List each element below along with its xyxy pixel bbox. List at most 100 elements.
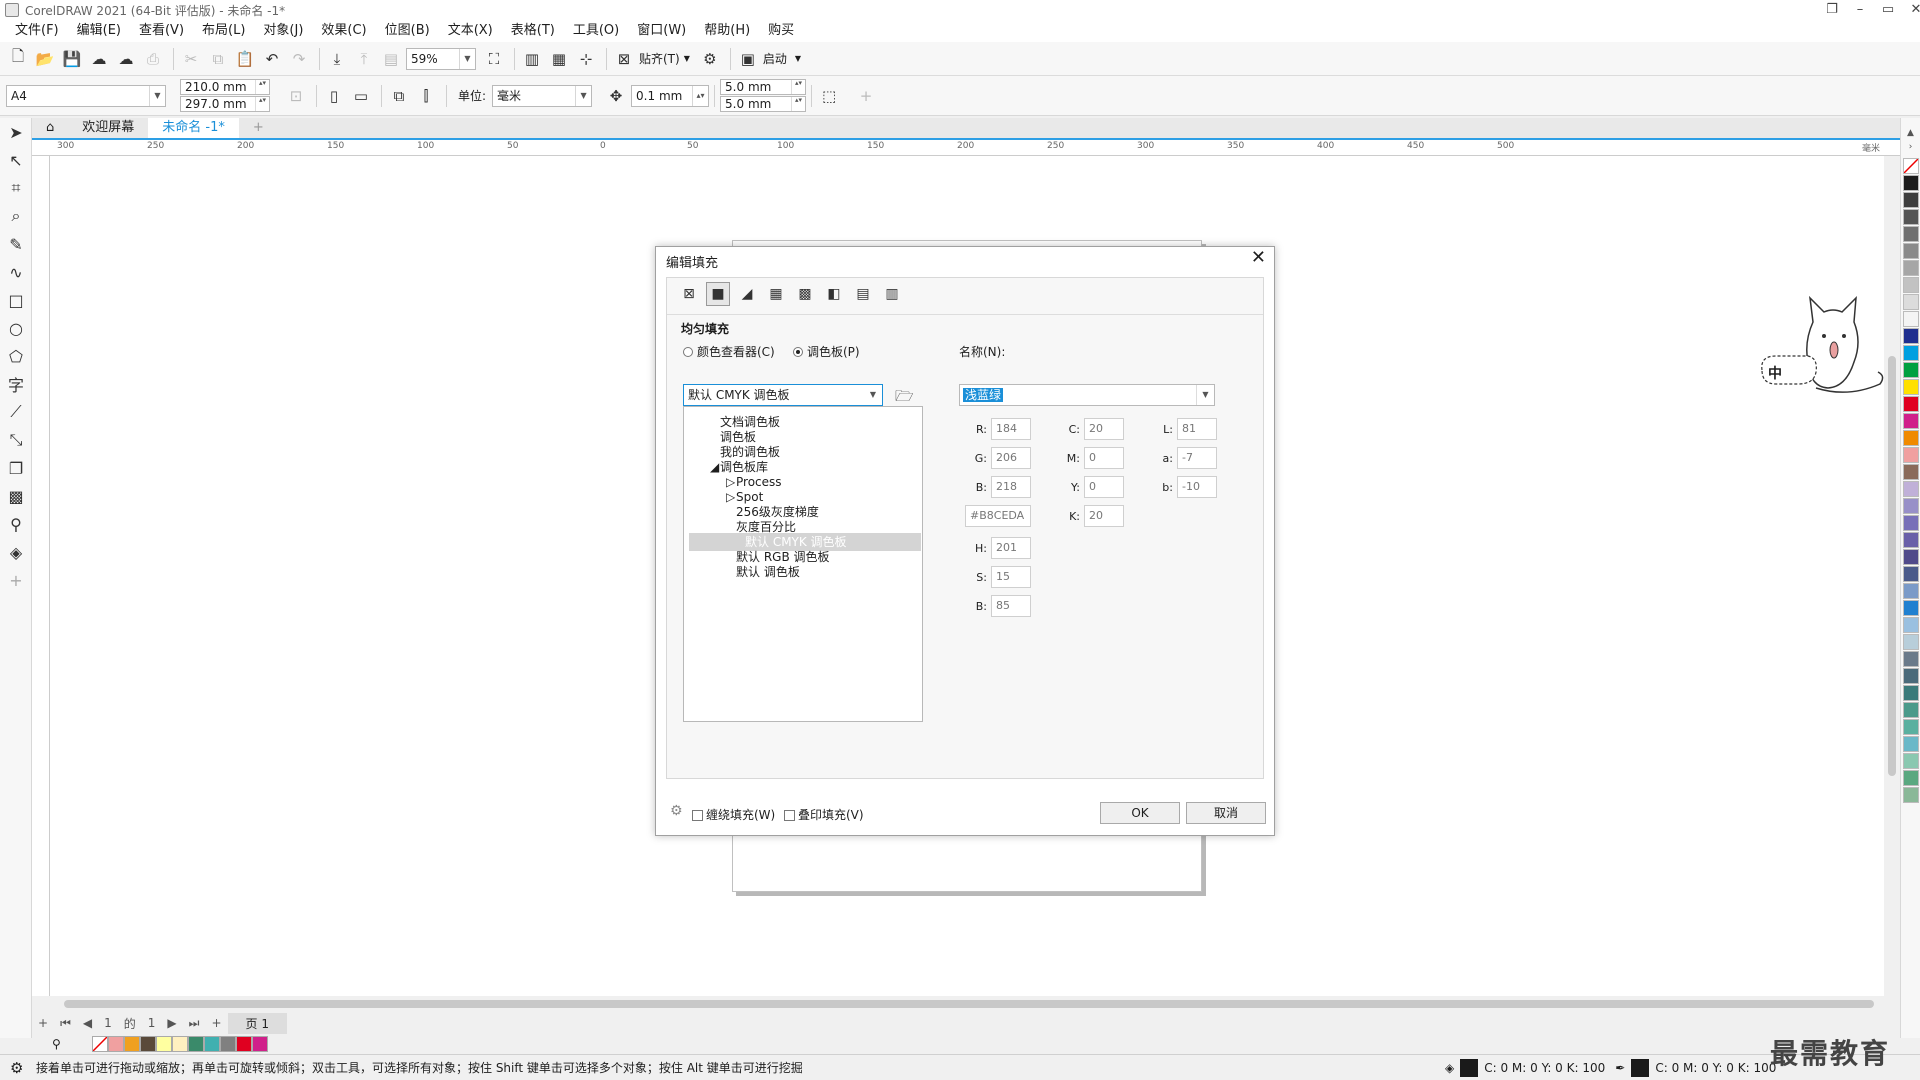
snap-label[interactable]: 贴齐(T)	[639, 50, 680, 67]
color-swatch[interactable]	[1903, 260, 1919, 276]
restore-icon[interactable]: ❐	[1818, 0, 1846, 20]
g-field[interactable]: 206	[991, 447, 1031, 469]
gear-icon[interactable]: ⚙	[10, 1059, 23, 1077]
color-swatch[interactable]	[220, 1036, 236, 1052]
gear-icon[interactable]: ⚙	[698, 47, 722, 71]
color-swatch[interactable]	[1903, 498, 1919, 514]
color-swatch[interactable]	[236, 1036, 252, 1052]
color-swatch[interactable]	[1903, 532, 1919, 548]
plus-icon[interactable]: +	[854, 84, 878, 108]
add-page-icon[interactable]: +	[32, 1016, 54, 1030]
two-color-pattern-icon[interactable]: ◧	[822, 282, 846, 306]
color-swatch[interactable]	[1903, 413, 1919, 429]
vertical-scrollbar[interactable]	[1884, 156, 1900, 996]
ok-button[interactable]: OK	[1100, 802, 1180, 824]
color-swatch[interactable]	[156, 1036, 172, 1052]
horizontal-scrollbar[interactable]	[50, 996, 1900, 1012]
menu-edit[interactable]: 编辑(E)	[68, 20, 130, 42]
rectangle-tool-icon[interactable]: □	[0, 286, 32, 314]
close-icon[interactable]: ✕	[1251, 247, 1266, 268]
launch-icon[interactable]: ▣	[736, 47, 760, 71]
color-swatch[interactable]	[124, 1036, 140, 1052]
menu-text[interactable]: 文本(X)	[439, 20, 502, 42]
color-swatch[interactable]	[1903, 549, 1919, 565]
fill-color-swatch[interactable]	[1460, 1058, 1479, 1077]
color-swatch[interactable]	[1903, 345, 1919, 361]
menu-table[interactable]: 表格(T)	[502, 20, 564, 42]
menu-view[interactable]: 查看(V)	[130, 20, 193, 42]
portrait-icon[interactable]: ▯	[322, 84, 346, 108]
uniform-fill-icon[interactable]: ■	[706, 282, 730, 306]
menu-object[interactable]: 对象(J)	[254, 20, 312, 42]
page-size-combo[interactable]: A4 ▼	[6, 84, 166, 107]
copy-icon[interactable]: ⧉	[206, 47, 230, 71]
color-swatch[interactable]	[1903, 719, 1919, 735]
no-color-swatch[interactable]	[1903, 158, 1919, 174]
zoom-combo[interactable]: 59% ▼	[406, 47, 476, 70]
radio-button-checked[interactable]	[793, 347, 803, 357]
last-page-icon[interactable]: ⏭	[183, 1016, 206, 1031]
rulers-icon[interactable]: ▥	[520, 47, 544, 71]
menu-help[interactable]: 帮助(H)	[695, 20, 759, 42]
maximize-button[interactable]: ▭	[1874, 0, 1902, 20]
gear-icon[interactable]: ⚙	[670, 803, 683, 819]
shape-tool-icon[interactable]: ↖	[0, 146, 32, 174]
minimize-button[interactable]: –	[1846, 0, 1874, 20]
cloud-upload-icon[interactable]: ☁	[114, 47, 138, 71]
open-folder-icon[interactable]: 📂	[33, 47, 57, 71]
first-page-icon[interactable]: ⏮	[54, 1016, 77, 1031]
cloud-download-icon[interactable]: ☁	[87, 47, 111, 71]
ellipse-tool-icon[interactable]: ○	[0, 314, 32, 342]
plus-icon[interactable]: +	[0, 566, 32, 594]
menu-tools[interactable]: 工具(O)	[564, 20, 628, 42]
color-swatch[interactable]	[1903, 651, 1919, 667]
color-swatch[interactable]	[1903, 770, 1919, 786]
unit-combo[interactable]: 毫米 ▼	[492, 84, 593, 107]
r-field[interactable]: 184	[991, 418, 1031, 440]
c-field[interactable]: 20	[1084, 418, 1124, 440]
align-icon[interactable]: ⫿	[414, 84, 438, 108]
new-document-icon[interactable]: 🗋	[6, 47, 30, 71]
page-width-field[interactable]: 210.0 mm ▴▾	[180, 79, 270, 95]
chevron-down-icon[interactable]: ▼	[795, 54, 801, 63]
outline-color-swatch[interactable]	[1631, 1058, 1650, 1077]
tree-item[interactable]: 默认 调色板	[736, 563, 800, 581]
radio-color-viewer[interactable]: 颜色查看器(C)	[683, 343, 775, 360]
transparency-tool-icon[interactable]: ▩	[0, 482, 32, 510]
pick-tool-icon[interactable]: ➤	[0, 118, 32, 146]
color-swatch[interactable]	[1903, 379, 1919, 395]
import-icon[interactable]: ⤓	[325, 47, 349, 71]
color-swatch[interactable]	[1903, 515, 1919, 531]
close-button[interactable]: ✕	[1902, 0, 1920, 20]
color-swatch[interactable]	[1903, 702, 1919, 718]
full-screen-icon[interactable]: ⛶	[482, 47, 506, 71]
color-swatch[interactable]	[1903, 787, 1919, 803]
color-swatch[interactable]	[1903, 362, 1919, 378]
postscript-fill-icon[interactable]: ▥	[880, 282, 904, 306]
connector-tool-icon[interactable]: ⤡	[0, 426, 32, 454]
s-field[interactable]: 15	[991, 566, 1031, 588]
vector-pattern-icon[interactable]: ▦	[764, 282, 788, 306]
no-fill-icon[interactable]: ⊠	[677, 282, 701, 306]
cut-icon[interactable]: ✂	[179, 47, 203, 71]
print-icon[interactable]: ⎙	[141, 47, 165, 71]
chevron-down-icon[interactable]: ▼	[684, 54, 690, 63]
outline-pen-icon[interactable]: ✒	[1615, 1061, 1625, 1075]
polygon-tool-icon[interactable]: ⬠	[0, 342, 32, 370]
l-field[interactable]: 81	[1177, 418, 1217, 440]
menu-buy[interactable]: 购买	[759, 20, 803, 42]
paste-icon[interactable]: 📋	[233, 47, 257, 71]
dup-x-field[interactable]: 5.0 mm ▴▾	[720, 79, 807, 95]
color-swatch[interactable]	[1903, 226, 1919, 242]
add-page-end-icon[interactable]: +	[205, 1016, 227, 1030]
color-swatch[interactable]	[1903, 464, 1919, 480]
color-swatch[interactable]	[204, 1036, 220, 1052]
color-swatch[interactable]	[140, 1036, 156, 1052]
all-pages-icon[interactable]: ⊡	[284, 84, 308, 108]
tree-expander-icon[interactable]: ▷	[726, 488, 735, 506]
color-name-field[interactable]: 浅蓝绿 ▼	[959, 384, 1215, 406]
fill-icon[interactable]: ◈	[1445, 1061, 1454, 1075]
eyedropper-icon[interactable]: ⚲	[52, 1037, 61, 1051]
color-swatch[interactable]	[172, 1036, 188, 1052]
no-color-swatch[interactable]	[92, 1036, 108, 1052]
